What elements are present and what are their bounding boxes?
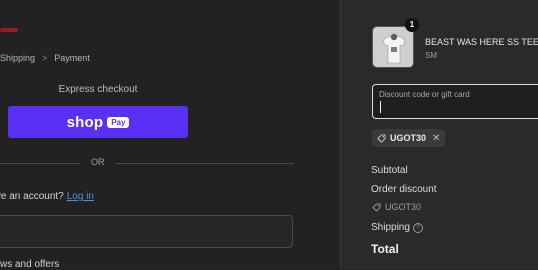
applied-discount-chip: UGOT30 ✕ [372, 129, 446, 147]
newsletter-checkbox-label[interactable]: ws and offers [0, 259, 59, 270]
or-divider: OR [0, 156, 294, 170]
order-summary: 1 BEAST WAS HERE SS TEE - \ SM Discount … [340, 0, 538, 269]
store-logo[interactable] [0, 28, 18, 32]
total-label: Total [371, 242, 399, 256]
breadcrumb-shipping[interactable]: Shipping [0, 53, 35, 63]
product-variant: SM [425, 51, 437, 60]
applied-discount-code: UGOT30 [390, 133, 427, 143]
shop-pay-wordmark: shop [66, 113, 104, 131]
text-caret [380, 101, 381, 113]
shop-pay-badge: Pay [107, 116, 130, 128]
subtotal-label: Subtotal [371, 165, 408, 176]
or-divider-text: OR [91, 157, 105, 167]
shipping-label: Shipping [371, 222, 410, 233]
tag-icon [377, 133, 386, 143]
express-checkout-title: Express checkout [58, 84, 138, 95]
quantity-badge: 1 [405, 18, 419, 32]
shipping-row: Shipping? [371, 222, 423, 233]
divider-line-right [116, 163, 294, 164]
chevron-right-icon: > [42, 53, 48, 63]
login-link[interactable]: Log in [67, 191, 94, 202]
discount-code-input[interactable]: Discount code or gift card [372, 84, 538, 119]
order-discount-code: UGOT30 [372, 202, 421, 212]
product-thumbnail [372, 26, 414, 68]
account-prompt-text: Have an account? [0, 191, 64, 202]
divider-line-left [0, 163, 80, 164]
question-icon[interactable]: ? [412, 223, 423, 233]
breadcrumb-payment[interactable]: Payment [54, 53, 90, 63]
newsletter-label: ws and offers [0, 259, 59, 270]
account-prompt: Have an account?Log in [0, 191, 94, 202]
checkout-main: Shipping > Payment Express checkout shop P… [0, 0, 340, 270]
shop-pay-button[interactable]: shop Pay [8, 106, 188, 138]
email-field[interactable] [0, 215, 293, 248]
discount-placeholder: Discount code or gift card [379, 90, 470, 99]
order-discount-label: Order discount [371, 184, 437, 195]
product-title: BEAST WAS HERE SS TEE - \ [425, 37, 538, 47]
order-discount-code-text: UGOT30 [385, 202, 422, 212]
close-icon[interactable]: ✕ [432, 133, 440, 144]
breadcrumb: Shipping > Payment [0, 53, 90, 63]
tshirt-image [373, 27, 413, 67]
tag-icon [372, 202, 381, 212]
